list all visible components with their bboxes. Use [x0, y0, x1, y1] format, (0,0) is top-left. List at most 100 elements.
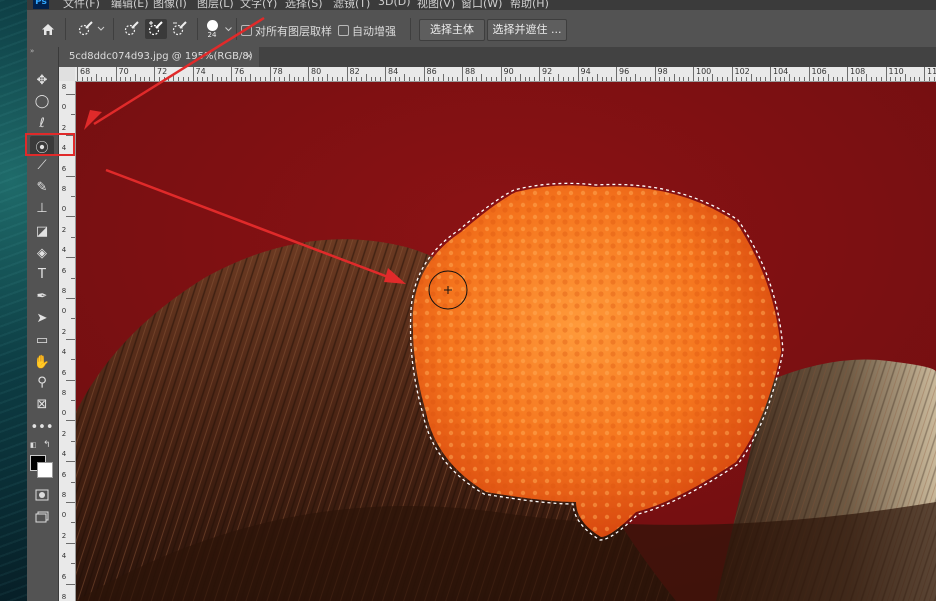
auto-enhance-checkbox[interactable]: [338, 25, 349, 36]
menu-edit[interactable]: 编辑(E): [111, 0, 149, 10]
ruler-tick: [924, 67, 925, 81]
menu-window[interactable]: 窗口(W): [461, 0, 502, 10]
ruler-minor-tick: [914, 77, 916, 81]
menu-help[interactable]: 帮助(H): [510, 0, 549, 10]
ruler-minor-tick: [899, 77, 901, 81]
ruler-tick: [71, 522, 75, 524]
ruler-label: 112: [927, 67, 936, 76]
ruler-label: 6: [61, 572, 67, 581]
zoom-tool-icon[interactable]: ⚲: [30, 372, 54, 392]
ruler-minor-tick: [442, 74, 444, 81]
ruler-minor-tick: [649, 77, 651, 81]
menu-file[interactable]: 文件(F): [63, 0, 100, 10]
ruler-minor-tick: [558, 74, 560, 81]
move-tool-icon[interactable]: ✥: [30, 70, 54, 90]
ruler-minor-tick: [611, 77, 613, 81]
ruler-minor-tick: [356, 77, 358, 81]
menu-image[interactable]: 图像(I): [153, 0, 187, 10]
ruler-minor-tick: [317, 77, 319, 81]
ruler-tick: [71, 440, 75, 442]
ruler-tick: [71, 318, 75, 320]
ruler-tick: [71, 114, 75, 116]
healing-brush-tool-icon[interactable]: ✎: [30, 177, 54, 197]
ruler-tick: [66, 420, 75, 422]
default-colors-icon[interactable]: ◧: [30, 441, 39, 450]
menu-select[interactable]: 选择(S): [285, 0, 323, 10]
menu-3d[interactable]: 3D(D): [378, 0, 411, 8]
ruler-label: 100: [696, 67, 712, 76]
ruler-minor-tick: [818, 77, 820, 81]
select-subject-button[interactable]: 选择主体: [419, 19, 485, 41]
pen-tool-icon[interactable]: ✒: [30, 286, 54, 306]
ruler-minor-tick: [529, 77, 531, 81]
ruler-minor-tick: [774, 77, 776, 81]
home-icon[interactable]: [37, 19, 59, 39]
ruler-label: 6: [61, 470, 67, 479]
collapse-panel-icon[interactable]: »: [30, 47, 34, 55]
ruler-minor-tick: [765, 77, 767, 81]
ruler-tick: [308, 67, 309, 81]
ruler-minor-tick: [279, 77, 281, 81]
swap-colors-icon[interactable]: ↰: [43, 440, 51, 450]
ruler-minor-tick: [360, 77, 362, 81]
ruler-minor-tick: [842, 77, 844, 81]
type-tool-icon[interactable]: T: [30, 264, 54, 284]
ruler-minor-tick: [293, 77, 295, 81]
ruler-tick: [423, 67, 425, 81]
ruler-minor-tick: [389, 77, 391, 81]
rectangle-tool-icon[interactable]: ▭: [30, 330, 54, 350]
menu-layer[interactable]: 图层(L): [197, 0, 234, 10]
ruler-minor-tick: [505, 77, 507, 81]
more-tools-icon[interactable]: •••: [30, 417, 54, 437]
ruler-label: 8: [61, 593, 67, 601]
background-color-swatch[interactable]: [37, 462, 53, 478]
ruler-tick: [71, 196, 75, 197]
ruler-minor-tick: [644, 77, 646, 81]
frame-tool-icon[interactable]: ⊠: [30, 394, 54, 414]
ruler-label: 4: [61, 450, 67, 459]
ruler-label: 8: [61, 287, 67, 295]
ruler-origin[interactable]: [59, 67, 75, 81]
ruler-minor-tick: [606, 77, 608, 81]
ruler-minor-tick: [688, 77, 690, 81]
ruler-minor-tick: [394, 77, 396, 81]
lasso-tool-icon[interactable]: ℓ: [30, 113, 54, 133]
ruler-minor-tick: [322, 77, 324, 81]
ruler-minor-tick: [490, 77, 492, 81]
marquee-tool-icon[interactable]: ◯: [30, 91, 54, 111]
menu-view[interactable]: 视图(V): [417, 0, 455, 10]
ruler-label: 0: [61, 103, 67, 112]
ruler-tick: [346, 67, 348, 81]
document-canvas[interactable]: [76, 82, 936, 601]
paint-bucket-tool-icon[interactable]: ◈: [30, 243, 54, 263]
ruler-minor-tick: [813, 77, 815, 81]
ruler-minor-tick: [524, 77, 526, 81]
eraser-tool-icon[interactable]: ◪: [30, 221, 54, 241]
path-selection-tool-icon[interactable]: ➤: [30, 308, 54, 328]
quick-mask-icon[interactable]: [30, 485, 54, 505]
ruler-minor-tick: [875, 77, 877, 81]
ruler-minor-tick: [895, 77, 897, 81]
vertical-ruler[interactable]: 80246802468024680246802468: [59, 81, 76, 601]
ruler-minor-tick: [514, 77, 516, 81]
ruler-minor-tick: [755, 77, 757, 81]
ruler-tick: [71, 481, 75, 483]
screen-mode-icon[interactable]: [30, 507, 54, 527]
ruler-label: 104: [773, 67, 789, 76]
ruler-minor-tick: [779, 77, 781, 81]
select-and-mask-button[interactable]: 选择并遮住 ...: [487, 19, 567, 41]
menu-type[interactable]: 文字(Y): [240, 0, 277, 10]
ruler-tick: [66, 542, 75, 544]
menu-filter[interactable]: 滤镜(T): [333, 0, 370, 10]
eyedropper-tool-icon[interactable]: ⟋: [30, 155, 54, 175]
ruler-minor-tick: [678, 77, 680, 81]
ruler-minor-tick: [303, 77, 305, 81]
ruler-minor-tick: [312, 77, 314, 81]
clone-stamp-tool-icon[interactable]: ⊥: [30, 198, 54, 218]
ruler-tick: [385, 67, 386, 81]
ruler-minor-tick: [717, 77, 718, 81]
ruler-minor-tick: [510, 77, 512, 81]
ruler-tick: [731, 67, 733, 81]
hand-tool-icon[interactable]: ✋: [30, 352, 54, 372]
ruler-minor-tick: [851, 77, 853, 81]
